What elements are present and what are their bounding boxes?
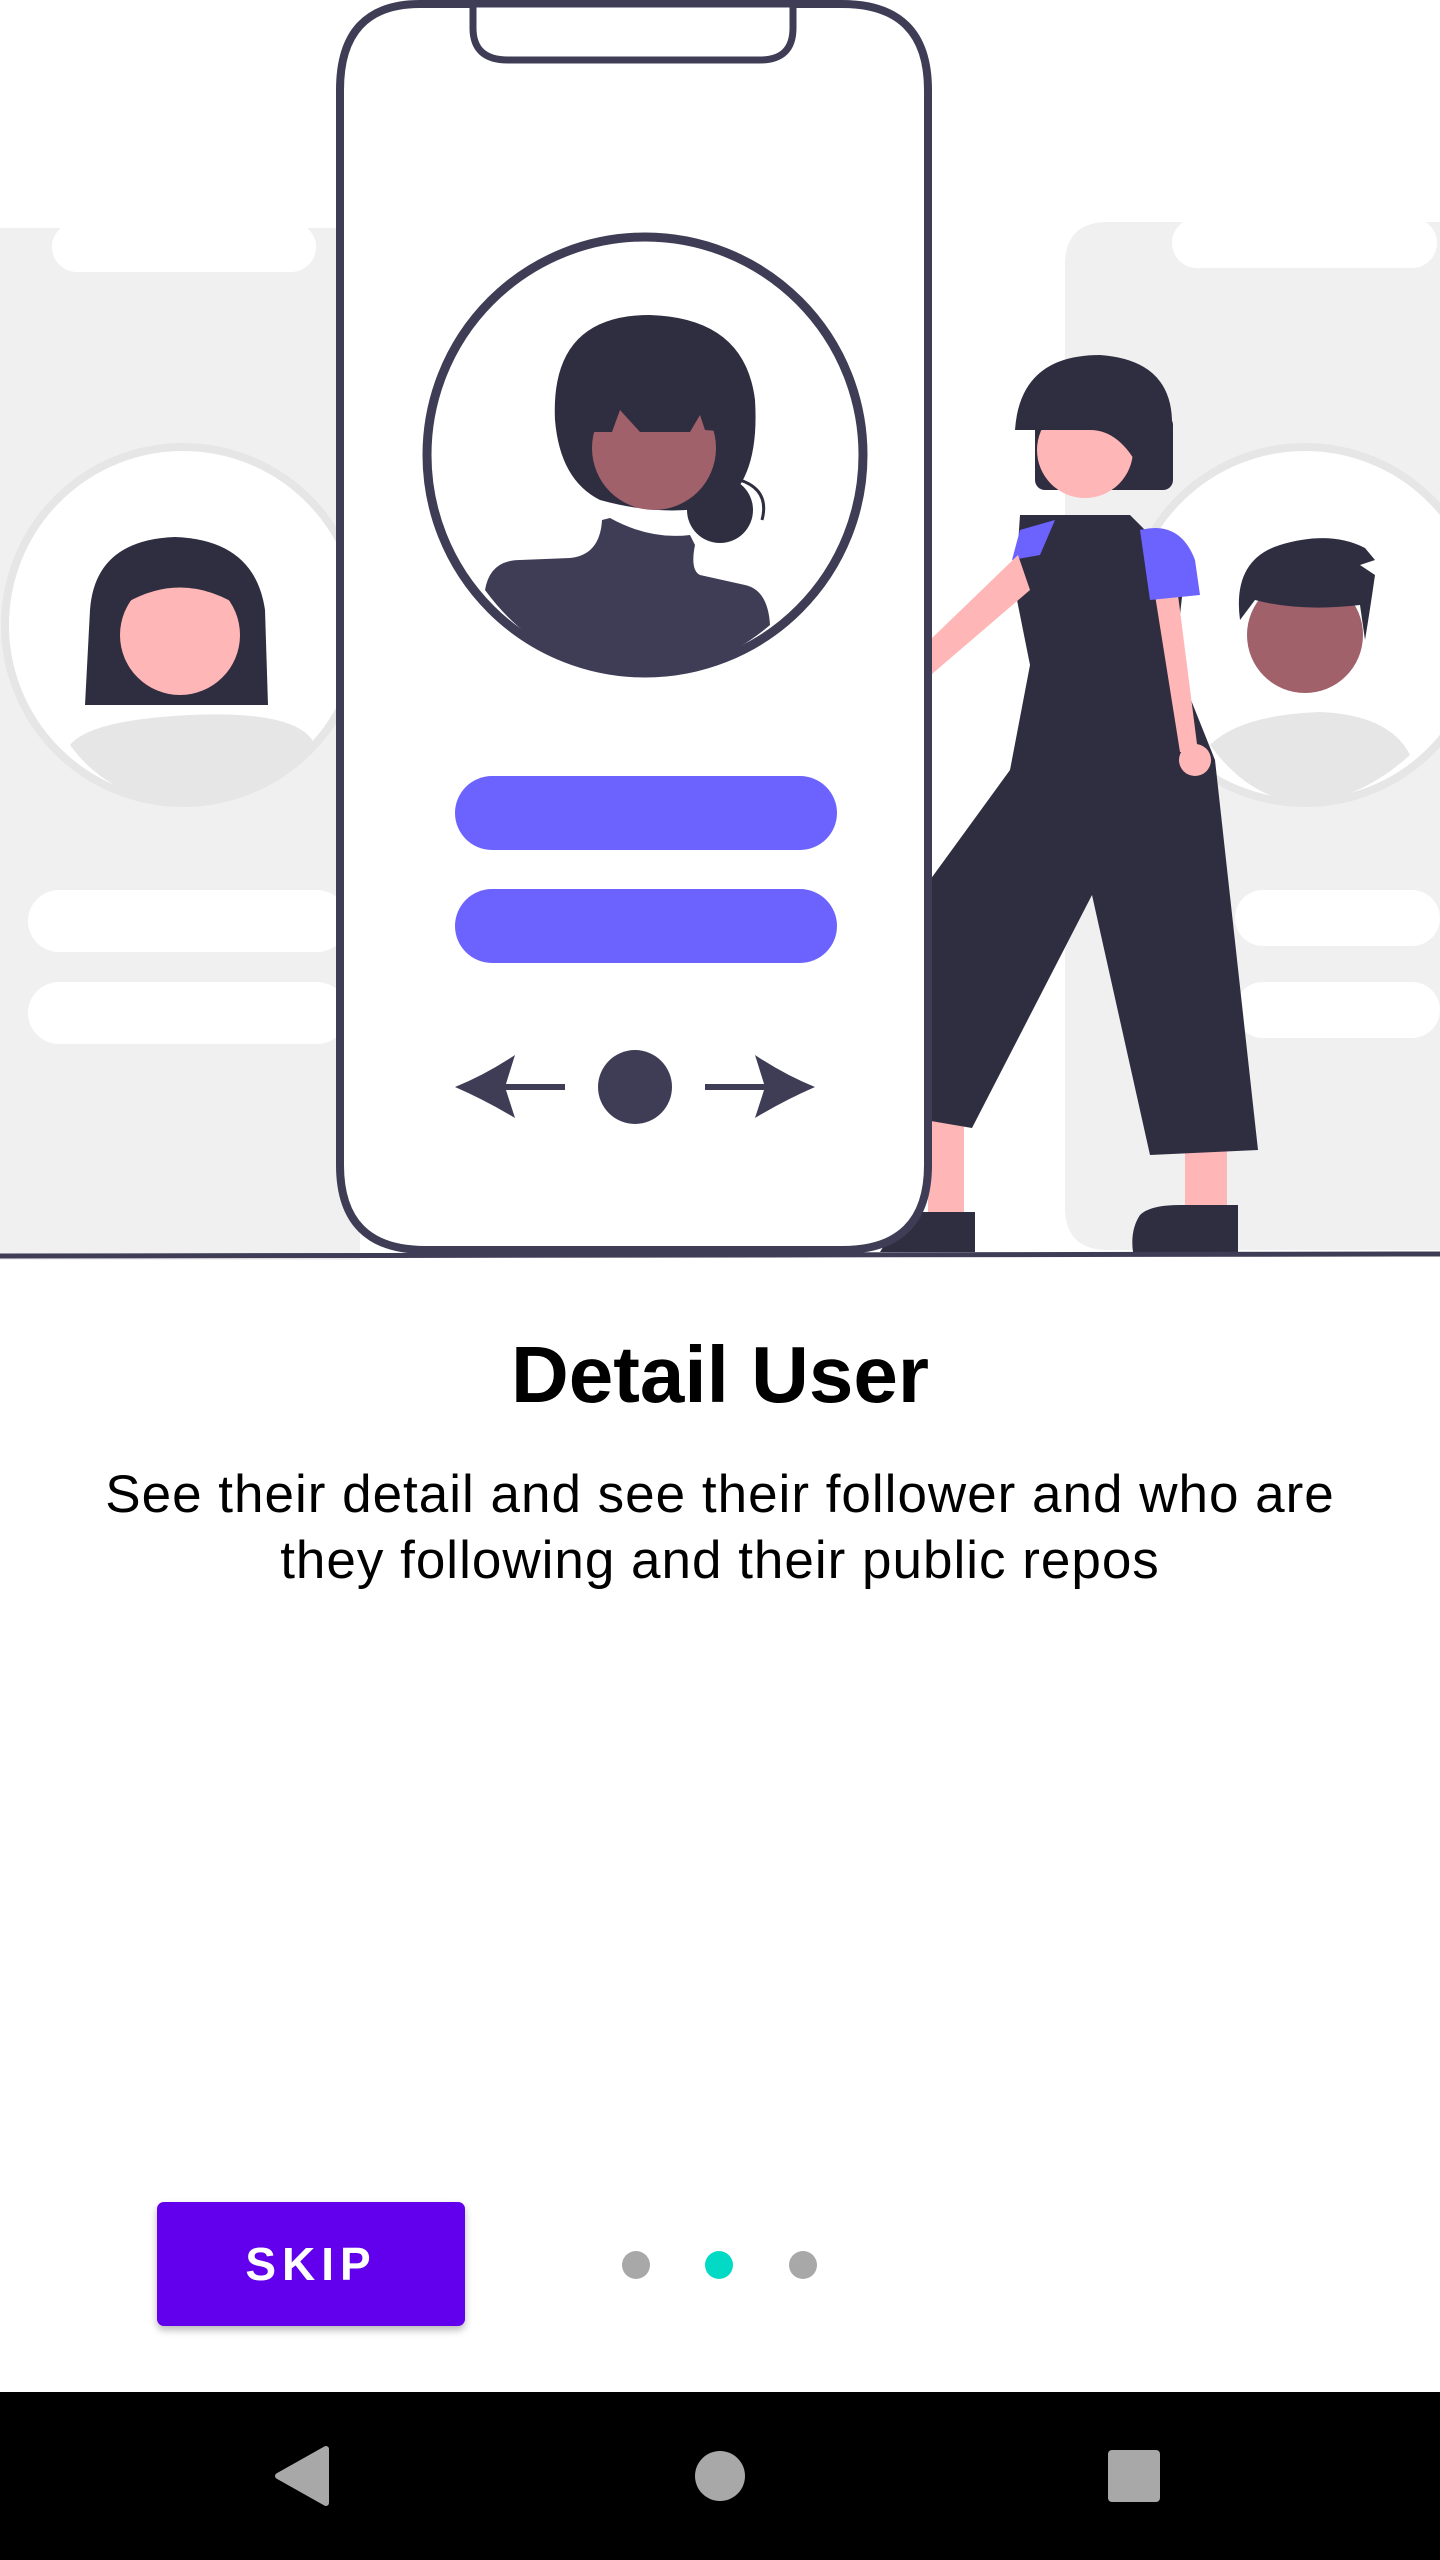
onboarding-title: Detail User	[511, 1330, 929, 1419]
onboarding-illustration	[0, 0, 1440, 1260]
onboarding-description: See their detail and see their follower …	[105, 1465, 1335, 1590]
recents-square-icon	[1108, 2450, 1160, 2502]
skip-button[interactable]: SKIP	[157, 2202, 465, 2326]
ground-line	[0, 1251, 1440, 1259]
page-indicator-dot-3[interactable]	[789, 2251, 817, 2279]
recents-button[interactable]	[1084, 2426, 1184, 2526]
illustration-phone	[336, 0, 932, 1254]
back-button[interactable]	[253, 2426, 353, 2526]
page-indicator	[600, 2250, 840, 2280]
system-navigation-bar	[0, 2392, 1440, 2560]
page-indicator-dot-2-active[interactable]	[705, 2251, 733, 2279]
home-button[interactable]	[670, 2426, 770, 2526]
back-triangle-icon	[275, 2446, 329, 2506]
home-circle-icon	[695, 2451, 745, 2501]
background-card-left	[0, 222, 365, 1260]
page-indicator-dot-1[interactable]	[622, 2251, 650, 2279]
